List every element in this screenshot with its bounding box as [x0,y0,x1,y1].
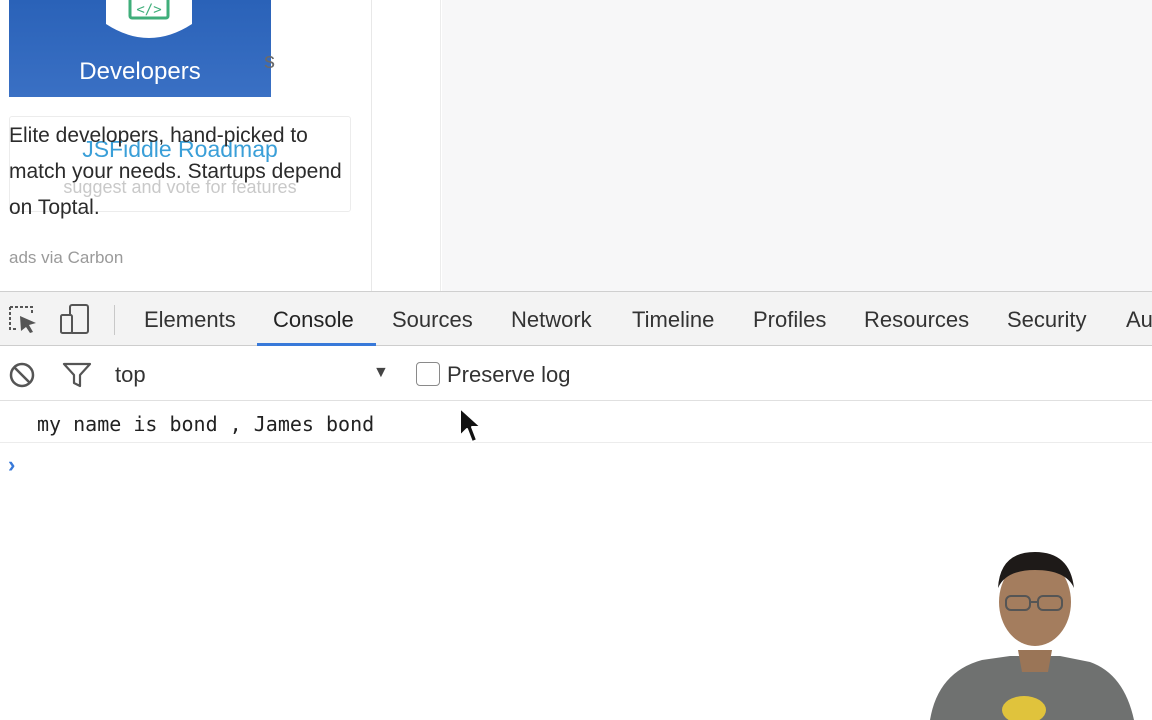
partial-heading: s [264,48,275,73]
code-shield-icon: </> [106,0,192,38]
tab-elements[interactable]: Elements [144,292,236,346]
device-mode-icon[interactable] [58,303,92,335]
tab-profiles[interactable]: Profiles [753,292,826,346]
presenter-webcam [930,552,1134,720]
tab-resources[interactable]: Resources [864,292,969,346]
inspect-element-icon[interactable] [6,303,40,335]
clear-console-icon[interactable] [8,361,38,389]
devtools-tabbar: Elements Console Sources Network Timelin… [0,292,1152,346]
console-prompt[interactable]: › [8,452,15,478]
tab-sources[interactable]: Sources [392,292,473,346]
toolbar-separator [114,305,115,335]
tab-security[interactable]: Security [1007,292,1086,346]
console-message-text: my name is bond , James bond [37,412,375,436]
console-filterbar: top ▼ Preserve log [0,346,1152,401]
screen: </> Developers s JSFiddle Roadmap sugges… [0,0,1152,720]
page-content: </> Developers s JSFiddle Roadmap sugges… [0,0,1152,291]
ad-description[interactable]: Elite developers, hand-picked to match y… [9,118,359,226]
tab-audits[interactable]: Au [1126,292,1152,346]
preserve-log-checkbox[interactable] [416,362,440,386]
ad-credit-link[interactable]: ads via Carbon [9,248,123,268]
preserve-log-label[interactable]: Preserve log [447,362,571,388]
tab-timeline[interactable]: Timeline [632,292,714,346]
context-select[interactable]: top ▼ [115,346,395,401]
console-message: my name is bond , James bond [0,401,1152,443]
chevron-down-icon: ▼ [373,364,389,381]
divider-column [373,0,441,291]
tab-console[interactable]: Console [273,292,354,346]
svg-text:</>: </> [136,2,161,18]
left-panel: </> Developers s JSFiddle Roadmap sugges… [0,0,372,291]
carbon-ad-banner[interactable]: </> Developers [9,0,271,97]
result-panel [442,0,1152,291]
ad-banner-label: Developers [79,58,201,85]
context-value: top [115,362,146,387]
filter-icon[interactable] [62,361,92,389]
mouse-cursor-icon [459,407,482,443]
tab-network[interactable]: Network [511,292,592,346]
